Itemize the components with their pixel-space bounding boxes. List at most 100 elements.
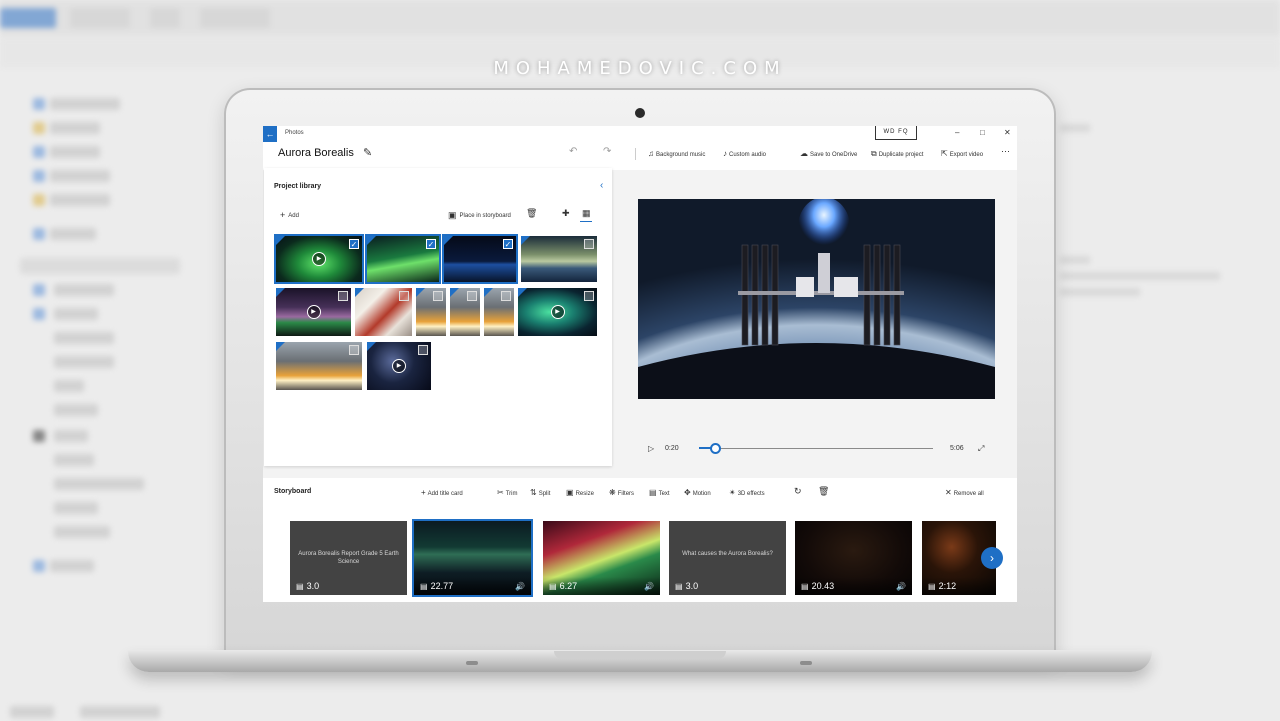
list-view-icon[interactable]: ▦ <box>582 208 591 219</box>
library-item[interactable]: ✓▶ <box>276 288 351 336</box>
fullscreen-icon[interactable]: ⤢ <box>978 444 984 454</box>
bg-icon <box>33 228 45 240</box>
video-preview <box>638 199 995 399</box>
maximize-button[interactable]: □ <box>980 128 985 137</box>
delete-icon[interactable]: 🗑 <box>526 208 537 219</box>
library-item[interactable]: ✓ <box>450 288 480 336</box>
select-checkbox[interactable]: ✓ <box>501 291 511 301</box>
delete-clip-icon[interactable]: 🗑 <box>818 486 829 497</box>
remove-all-button[interactable]: ✕ Remove all <box>945 488 984 497</box>
undo-icon[interactable]: ↶ <box>569 146 577 157</box>
scroll-right-button[interactable]: › <box>981 547 1003 569</box>
export-video-button[interactable]: ⇱ Export video <box>941 149 983 158</box>
remove-all-label: Remove all <box>953 491 984 497</box>
edit-title-icon[interactable]: ✎ <box>363 146 372 159</box>
video-clip-icon: ▤ <box>928 582 936 591</box>
collapse-library-icon[interactable]: ‹ <box>600 180 603 191</box>
select-checkbox[interactable]: ✓ <box>467 291 477 301</box>
custom-audio-label: Custom audio <box>729 152 767 158</box>
clip-duration: ▤ 6.27 <box>549 581 577 591</box>
back-button[interactable]: ← <box>263 126 277 142</box>
media-corner-marker <box>276 236 285 245</box>
select-checkbox[interactable]: ✓ <box>584 239 594 249</box>
grid-view-icon[interactable]: ✚ <box>562 208 570 219</box>
bg-item <box>54 380 84 392</box>
split-button[interactable]: ⇅ Split <box>530 488 550 497</box>
music-icon: ♫ <box>648 149 654 158</box>
resize-label: Resize <box>575 491 594 497</box>
library-item[interactable]: ✓ <box>521 236 597 282</box>
library-item[interactable]: ✓▶ <box>518 288 597 336</box>
trim-button[interactable]: ✂ Trim <box>497 488 517 497</box>
library-item[interactable]: ✓▶ <box>367 342 431 390</box>
minimize-button[interactable]: – <box>955 128 959 137</box>
media-corner-marker <box>518 288 527 297</box>
library-item[interactable]: ✓ <box>355 288 412 336</box>
library-item[interactable]: ✓▶ <box>274 234 364 284</box>
select-checkbox[interactable]: ✓ <box>426 239 436 249</box>
bg-icon <box>33 98 45 110</box>
select-checkbox[interactable]: ✓ <box>338 291 348 301</box>
view-indicator <box>580 221 592 222</box>
media-corner-marker <box>444 236 453 245</box>
duplicate-project-button[interactable]: ⧉ Duplicate project <box>871 149 923 159</box>
project-title[interactable]: Aurora Borealis <box>278 147 354 159</box>
text-button[interactable]: ▤ Text <box>649 488 670 497</box>
storyboard-clip[interactable]: ▤ 22.77 🔊 <box>412 519 533 597</box>
bg-icon <box>33 284 45 296</box>
library-item[interactable]: ✓ <box>365 234 441 284</box>
seek-bar[interactable] <box>699 443 933 454</box>
duration-value: 6.27 <box>559 581 578 591</box>
app-window: ← Photos WD FQ – □ ✕ Aurora Borealis ✎ ↶… <box>263 126 1017 602</box>
bg-icon <box>33 430 45 442</box>
save-onedrive-label: Save to OneDrive <box>810 152 858 158</box>
rotate-icon[interactable]: ↻ <box>794 486 802 497</box>
redo-icon[interactable]: ↷ <box>603 146 611 157</box>
library-item[interactable]: ✓ <box>276 342 362 390</box>
storyboard-clip[interactable]: ▤ 6.27 🔊 <box>543 521 660 595</box>
play-button[interactable]: ▷ <box>648 444 654 453</box>
filters-button[interactable]: ❋ Filters <box>609 488 634 497</box>
place-in-storyboard-button[interactable]: ▣ Place in storyboard <box>448 210 511 221</box>
save-onedrive-button[interactable]: ☁ Save to OneDrive <box>800 149 857 158</box>
select-checkbox[interactable]: ✓ <box>349 239 359 249</box>
select-checkbox[interactable]: ✓ <box>349 345 359 355</box>
export-icon: ⇱ <box>941 149 948 158</box>
library-item[interactable]: ✓ <box>484 288 514 336</box>
more-options-icon[interactable]: ⋯ <box>1001 146 1010 157</box>
storyboard-clip[interactable]: ▤ 20.43 🔊 <box>795 521 912 595</box>
select-checkbox[interactable]: ✓ <box>503 239 513 249</box>
seek-handle[interactable] <box>710 443 721 454</box>
storyboard-clip[interactable]: What causes the Aurora Borealis? ▤ 3.0 <box>669 521 786 595</box>
background-music-button[interactable]: ♫ Background music <box>648 149 705 158</box>
audio-icon[interactable]: 🔊 <box>644 582 654 591</box>
media-corner-marker <box>355 288 364 297</box>
custom-audio-button[interactable]: ♪ Custom audio <box>723 149 766 158</box>
select-checkbox[interactable]: ✓ <box>399 291 409 301</box>
bg-item <box>1060 288 1140 296</box>
storyboard-clip[interactable]: Aurora Borealis Report Grade 5 Earth Sci… <box>290 521 407 595</box>
audio-icon[interactable]: 🔊 <box>896 582 906 591</box>
storyboard-title: Storyboard <box>274 488 312 495</box>
3d-effects-button[interactable]: ✴ 3D effects <box>729 488 765 497</box>
station-radiator <box>834 277 858 297</box>
add-label: Add <box>288 213 299 219</box>
add-title-card-button[interactable]: + Add title card <box>421 488 463 497</box>
close-button[interactable]: ✕ <box>1004 128 1011 137</box>
library-item[interactable]: ✓ <box>442 234 518 284</box>
media-corner-marker <box>416 288 425 297</box>
select-checkbox[interactable]: ✓ <box>433 291 443 301</box>
library-item[interactable]: ✓ <box>416 288 446 336</box>
storyboard-panel: Storyboard + Add title card ✂ Trim ⇅ Split … <box>263 478 1017 602</box>
select-checkbox[interactable]: ✓ <box>418 345 428 355</box>
resize-button[interactable]: ▣ Resize <box>566 488 594 497</box>
add-media-button[interactable]: + Add <box>280 210 299 220</box>
plus-icon: + <box>421 488 426 497</box>
select-checkbox[interactable]: ✓ <box>584 291 594 301</box>
filters-label: Filters <box>617 491 635 497</box>
play-icon: ▶ <box>392 359 406 373</box>
bg-item <box>50 98 120 110</box>
motion-button[interactable]: ✥ Motion <box>684 488 711 497</box>
bg-icon <box>33 560 45 572</box>
audio-icon[interactable]: 🔊 <box>515 582 525 591</box>
